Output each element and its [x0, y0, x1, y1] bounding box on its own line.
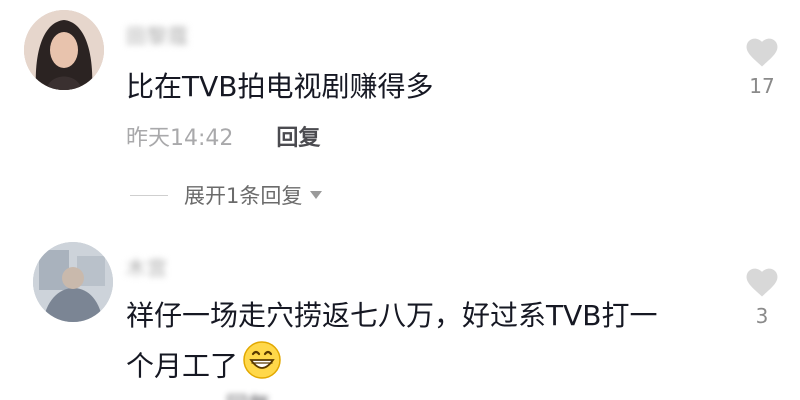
comment-meta: 昨天14:42 回复 — [126, 120, 320, 152]
like-button[interactable]: 17 — [738, 34, 786, 98]
reply-button[interactable]: 回复 — [226, 394, 270, 400]
comment-time: 昨天14:42 — [126, 126, 234, 151]
heart-icon — [746, 38, 778, 67]
divider-line — [130, 194, 168, 196]
grin-emoji-icon — [242, 340, 282, 395]
like-count: 3 — [755, 304, 769, 328]
like-button[interactable]: 3 — [738, 264, 786, 328]
caret-down-icon — [310, 191, 323, 199]
like-count: 17 — [749, 74, 775, 98]
comment-text-line: 祥仔一场走穴捞返七八万，好过系TVB打一 — [126, 299, 658, 332]
avatar-image — [33, 242, 113, 322]
comment-text-line-2: 个月工了 — [126, 340, 657, 395]
username[interactable]: 田黎蔻 — [126, 20, 189, 49]
reply-button[interactable]: 回复 — [276, 126, 320, 151]
heart-icon — [746, 268, 778, 297]
comment-list: 田黎蔻 比在TVB拍电视剧赚得多 昨天14:42 回复 展开1条回复 17 木宫… — [0, 0, 800, 400]
expand-replies-label: 展开1条回复 — [184, 184, 303, 208]
expand-replies-button[interactable]: 展开1条回复 — [130, 180, 323, 210]
avatar[interactable] — [33, 242, 113, 322]
avatar-image — [24, 10, 104, 90]
username[interactable]: 木宫 — [126, 252, 168, 281]
comment-text-line: 个月工了 — [126, 349, 239, 383]
avatar[interactable] — [24, 10, 104, 90]
comment-text: 比在TVB拍电视剧赚得多 — [126, 70, 434, 103]
comment-meta: 回复 — [126, 388, 270, 400]
comment-text: 祥仔一场走穴捞返七八万，好过系TVB打一 个月工了 — [126, 292, 657, 395]
